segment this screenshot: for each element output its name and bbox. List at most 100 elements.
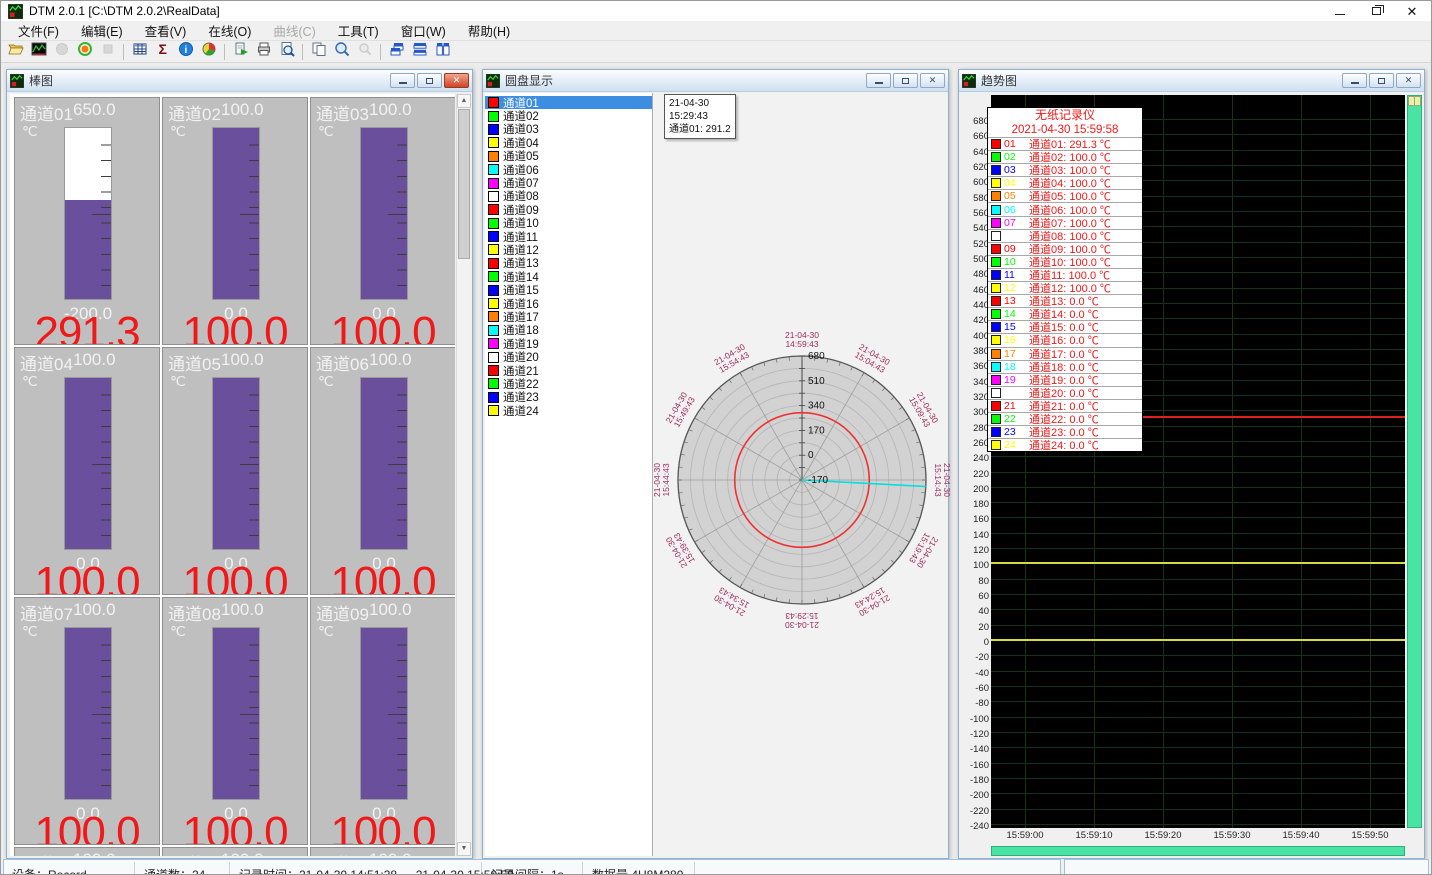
disc-window-titlebar[interactable]: 圆盘显示 ✕ bbox=[483, 70, 948, 92]
disc-minimize-button[interactable] bbox=[866, 73, 891, 88]
gauge-channel-name: 通道06 bbox=[316, 350, 369, 375]
menu-help[interactable]: 帮助(H) bbox=[457, 19, 521, 42]
legend-channel-value: 通道02: 100.0 ℃ bbox=[1029, 150, 1111, 163]
legend-row: 22通道22: 0.0 ℃ bbox=[988, 412, 1142, 425]
legend-row: 07通道07: 100.0 ℃ bbox=[988, 216, 1142, 229]
restore-button[interactable] bbox=[1369, 4, 1383, 18]
legend-channel-number: 08 bbox=[1004, 230, 1023, 242]
legend-color-swatch bbox=[991, 139, 1001, 149]
play-circle-icon bbox=[54, 41, 70, 62]
legend-row: 03通道03: 100.0 ℃ bbox=[988, 163, 1142, 176]
export-button[interactable] bbox=[229, 42, 252, 62]
close-button[interactable]: ✕ bbox=[1405, 4, 1419, 18]
gauge-max-label: 100.0 bbox=[73, 350, 116, 370]
menu-file[interactable]: 文件(F) bbox=[7, 19, 70, 42]
tile-vertical-button[interactable] bbox=[431, 42, 454, 62]
y-axis-labels: 6806606406206005805605405205004804604404… bbox=[961, 95, 989, 828]
bar-minimize-button[interactable] bbox=[390, 73, 415, 88]
gauge-channel-name: 通道03 bbox=[316, 100, 369, 125]
zoom-out-button[interactable] bbox=[353, 42, 376, 62]
bar-restore-button[interactable] bbox=[417, 73, 442, 88]
stop-square-button[interactable] bbox=[96, 42, 119, 62]
channel-color-swatch bbox=[488, 111, 499, 122]
gauge-bar bbox=[212, 377, 260, 550]
data-table-button[interactable] bbox=[128, 42, 151, 62]
y-axis-tick-label: 20 bbox=[963, 622, 989, 633]
trend-gridline bbox=[991, 824, 1405, 825]
play-circle-button[interactable] bbox=[50, 42, 73, 62]
legend-color-swatch bbox=[991, 165, 1001, 175]
legend-channel-number: 21 bbox=[1004, 400, 1023, 412]
gauge-unit-label: ℃ bbox=[318, 373, 334, 390]
y-axis-tick-label: -20 bbox=[963, 652, 989, 663]
gauge-value: 100.0 bbox=[15, 822, 159, 844]
polar-r-label: 170 bbox=[808, 425, 825, 436]
channel-color-swatch bbox=[488, 365, 499, 376]
gauge-max-label: 100.0 bbox=[221, 850, 264, 856]
info-button[interactable]: i bbox=[174, 42, 197, 62]
scroll-thumb[interactable] bbox=[458, 109, 470, 259]
bar-gauge-cell: 通道10100.0℃0.0100.0 bbox=[14, 847, 160, 856]
trend-gridline bbox=[991, 594, 1405, 595]
scroll-button-icon[interactable] bbox=[1414, 96, 1421, 106]
trend-horizontal-scrollbar[interactable] bbox=[991, 846, 1405, 856]
legend-row: 10通道10: 100.0 ℃ bbox=[988, 255, 1142, 268]
gauge-mid-tick bbox=[240, 214, 259, 215]
print-button[interactable] bbox=[252, 42, 275, 62]
trend-vertical-scrollbar[interactable] bbox=[1407, 95, 1422, 828]
polar-r-label: -170 bbox=[808, 475, 828, 486]
gauge-value: 100.0 bbox=[311, 572, 455, 594]
minimize-button[interactable] bbox=[1333, 4, 1347, 18]
export-icon bbox=[233, 41, 249, 62]
menu-edit[interactable]: 编辑(E) bbox=[70, 19, 134, 42]
pie-chart-button[interactable] bbox=[197, 42, 220, 62]
gauge-unit-label: ℃ bbox=[318, 623, 334, 640]
channel-list-item[interactable]: 通道24 bbox=[485, 404, 652, 417]
channel-color-swatch bbox=[488, 191, 499, 202]
legend-channel-value: 通道23: 0.0 ℃ bbox=[1029, 425, 1099, 438]
open-folder-button[interactable] bbox=[4, 42, 27, 62]
menu-tools[interactable]: 工具(T) bbox=[327, 19, 390, 42]
gauge-unit-label: ℃ bbox=[170, 623, 186, 640]
record-circle-button[interactable] bbox=[73, 42, 96, 62]
menu-online[interactable]: 在线(O) bbox=[197, 19, 262, 42]
cascade-windows-button[interactable] bbox=[385, 42, 408, 62]
bar-close-button[interactable]: ✕ bbox=[444, 73, 469, 88]
scroll-up-icon[interactable]: ▲ bbox=[457, 94, 471, 108]
disc-restore-button[interactable] bbox=[893, 73, 918, 88]
copy-button[interactable] bbox=[307, 42, 330, 62]
zoom-out-icon bbox=[357, 41, 373, 62]
tile-horizontal-button[interactable] bbox=[408, 42, 431, 62]
trend-close-button[interactable]: ✕ bbox=[1396, 73, 1421, 88]
legend-channel-value: 通道03: 100.0 ℃ bbox=[1029, 163, 1111, 176]
bar-gauge-cell: 通道06100.0℃0.0100.0 bbox=[310, 347, 455, 595]
trend-restore-button[interactable] bbox=[1369, 73, 1394, 88]
app-icon bbox=[8, 4, 23, 19]
legend-row: 23通道23: 0.0 ℃ bbox=[988, 425, 1142, 438]
gauge-channel-name: 通道07 bbox=[20, 600, 73, 625]
polar-r-label: 0 bbox=[808, 450, 814, 461]
tooltip-time: 15:29:43 bbox=[669, 110, 731, 123]
y-axis-tick-label: 400 bbox=[963, 331, 989, 342]
menu-curve[interactable]: 曲线(C) bbox=[262, 19, 326, 42]
bar-gauge-cell: 通道01650.0℃-200.0291.3 bbox=[14, 97, 160, 345]
gauge-max-label: 100.0 bbox=[221, 100, 264, 120]
disc-close-button[interactable]: ✕ bbox=[920, 73, 945, 88]
menu-window[interactable]: 窗口(W) bbox=[390, 19, 457, 42]
print-preview-button[interactable] bbox=[275, 42, 298, 62]
bar-window-titlebar[interactable]: 棒图 ✕ bbox=[7, 70, 472, 92]
sigma-button[interactable]: Σ bbox=[151, 42, 174, 62]
trend-minimize-button[interactable] bbox=[1342, 73, 1367, 88]
channel-color-swatch bbox=[488, 285, 499, 296]
realtime-chart-button[interactable] bbox=[27, 42, 50, 62]
status-field: 通道数：24 bbox=[144, 866, 205, 875]
bar-window-scrollbar[interactable]: ▲ ▼ bbox=[456, 94, 470, 856]
menu-view[interactable]: 查看(V) bbox=[134, 19, 198, 42]
trend-window-titlebar[interactable]: 趋势图 ✕ bbox=[959, 70, 1424, 92]
gauge-value: 100.0 bbox=[311, 822, 455, 844]
y-axis-tick-label: -240 bbox=[963, 821, 989, 832]
app-window: DTM 2.0.1 [C:\DTM 2.0.2\RealData] ✕ 文件(F… bbox=[0, 0, 1432, 875]
y-axis-tick-label: 240 bbox=[963, 453, 989, 464]
scroll-down-icon[interactable]: ▼ bbox=[457, 842, 471, 856]
zoom-button[interactable] bbox=[330, 42, 353, 62]
